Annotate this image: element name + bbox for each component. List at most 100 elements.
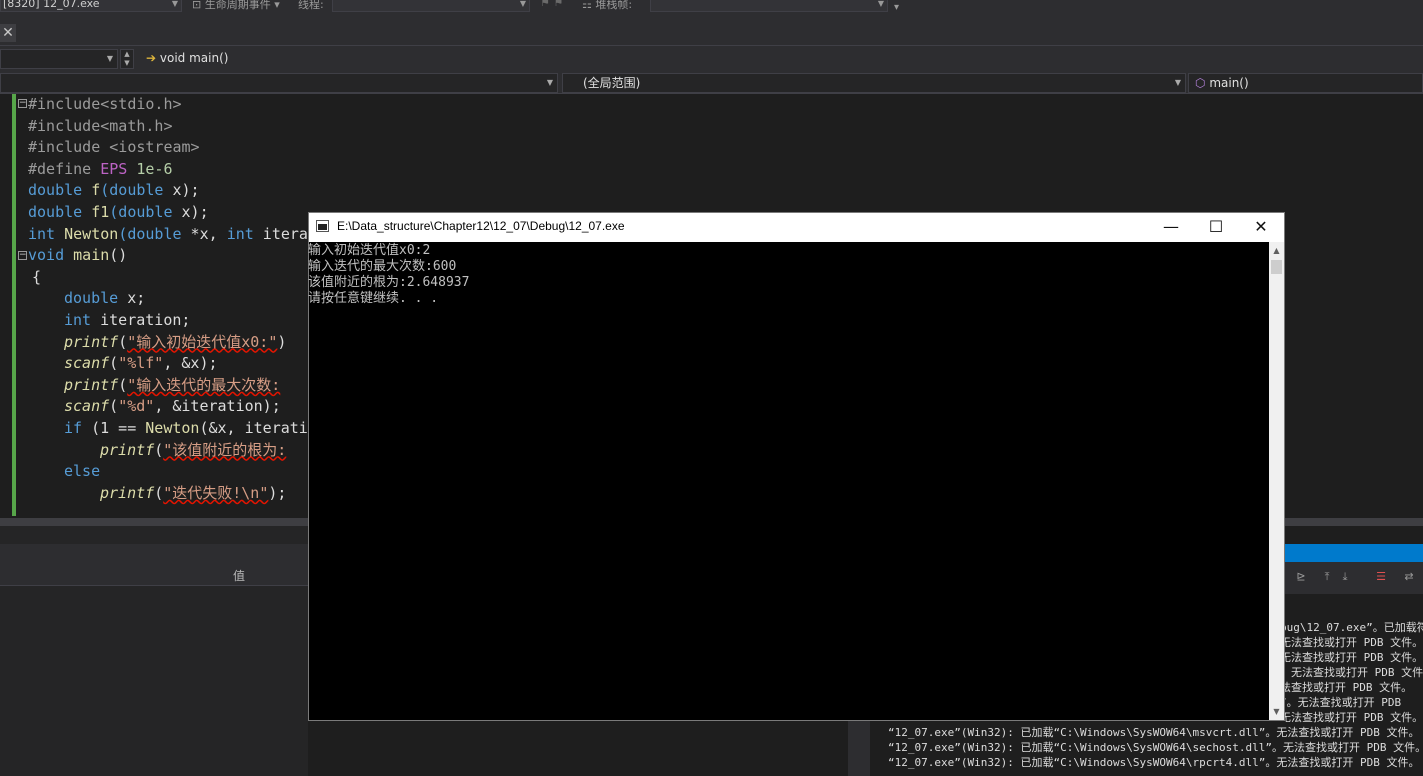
close-icon[interactable]: ✕ — [0, 24, 16, 42]
code-text: ( — [154, 483, 164, 502]
keyword: double — [28, 181, 83, 200]
file-scope-dropdown[interactable]: ▼ — [0, 73, 558, 93]
navigation-bar: ▼ ▲ ▼ ➔ void main() — [0, 46, 1423, 72]
output-line: “12_07.exe”(Win32): 已加载“C:\Windows\SysWO… — [888, 726, 1420, 739]
function-name: void main() — [159, 51, 229, 65]
code-text: ( — [109, 397, 119, 416]
scrollbar-thumb[interactable] — [1271, 260, 1282, 274]
console-line: 输入迭代的最大次数:600 — [308, 259, 457, 274]
process-dropdown[interactable]: [8320] 12_07.exe ▼ — [0, 0, 182, 12]
member-dropdown[interactable]: ⬡ main() — [1188, 73, 1423, 93]
code-line-9: { — [32, 267, 41, 289]
console-title: E:\Data_structure\Chapter12\12_07\Debug\… — [337, 219, 625, 233]
global-scope-dropdown[interactable]: (全局范围) ▼ — [562, 73, 1186, 93]
toolbar-overflow-icon[interactable]: ▾ — [894, 2, 899, 13]
chevron-down-icon: ▼ — [1174, 78, 1181, 87]
scroll-up-icon[interactable]: ▲ — [1269, 244, 1284, 258]
stack-frame-dropdown[interactable]: ▼ — [650, 0, 888, 12]
chevron-down-icon: ▼ — [546, 78, 553, 87]
code-text: *x, — [181, 224, 227, 243]
function-name: scanf — [64, 397, 110, 416]
code-text: itera — [253, 224, 308, 243]
document-tab-strip — [0, 20, 1423, 46]
value-column-header[interactable]: 值 — [233, 567, 245, 584]
close-icon[interactable]: ✕ — [1238, 213, 1284, 242]
change-margin — [12, 94, 16, 516]
output-line: 无法查找或打开 PDB 文件。 — [1280, 711, 1423, 724]
global-scope-value: (全局范围) — [583, 76, 641, 90]
code-line-18: else — [64, 461, 100, 483]
prev-message-icon[interactable]: ⤒ — [1319, 570, 1335, 584]
thread-dropdown[interactable]: ▼ — [332, 0, 530, 12]
arrow-right-icon: ➔ — [146, 51, 157, 65]
code-line-13: scanf("%lf", &x); — [64, 353, 218, 375]
chevron-down-icon: ▼ — [106, 54, 113, 63]
toggle-word-wrap-icon[interactable]: ⇄ — [1401, 570, 1417, 584]
keyword: (double — [118, 224, 182, 243]
lifecycle-events-label[interactable]: ⊡ 生命周期事件 ▾ — [192, 0, 280, 12]
member-value: main() — [1209, 76, 1249, 90]
string-literal: "该值附近的根为: — [163, 440, 287, 459]
string-literal: "迭代失败!\n" — [163, 483, 269, 502]
debug-toolbar: [8320] 12_07.exe ▼ ⊡ 生命周期事件 ▾ 线程: ▼ ⚑ ⚑ … — [0, 0, 1423, 20]
code-text: (&x, iterati — [199, 419, 308, 437]
function-name: f — [82, 181, 101, 200]
function-name: printf — [100, 483, 155, 502]
code-line-19: printf("迭代失败!\n"); — [100, 483, 286, 505]
console-vertical-scrollbar[interactable] — [1269, 242, 1284, 720]
string-literal: "%d" — [118, 397, 155, 416]
output-line: 。无法查找或打开 PDB 文件 — [1280, 666, 1423, 679]
code-text: { — [32, 267, 42, 286]
code-line-17: printf("该值附近的根为: — [100, 440, 286, 462]
output-scrollbar[interactable] — [848, 720, 870, 776]
function-breadcrumb[interactable]: ➔ void main() — [140, 49, 1423, 69]
clear-all-icon[interactable]: ☰ — [1373, 570, 1389, 584]
function-name: printf — [64, 375, 119, 394]
collapse-icon[interactable]: − — [18, 99, 27, 108]
code-text: (1 == — [82, 419, 146, 437]
code-line-1: #include<stdio.h> — [28, 94, 182, 116]
scroll-down-icon[interactable]: ▼ — [1269, 705, 1284, 719]
function-name: printf — [100, 440, 155, 459]
code-text: , &iteration); — [154, 397, 281, 416]
string-literal: "%lf" — [118, 354, 164, 373]
code-text: x); — [172, 203, 209, 221]
code-line-6: double f1(double x); — [28, 202, 209, 224]
console-output-area[interactable] — [309, 242, 1269, 720]
string-literal: "输入迭代的最大次数: — [127, 375, 281, 394]
output-toolbar: ⊵ ⤒ ⤓ ☰ ⇄ — [1285, 562, 1423, 594]
output-line: ”。无法查找或打开 PDB — [1280, 696, 1402, 709]
code-text: ( — [118, 375, 128, 394]
keyword: if — [64, 419, 83, 437]
find-message-icon[interactable]: ⊵ — [1293, 570, 1309, 584]
keyword: else — [64, 462, 101, 481]
code-line-11: int iteration; — [64, 310, 190, 332]
code-line-8: void main() — [28, 245, 127, 267]
thread-filter-icon[interactable]: ⚑ ⚑ — [540, 0, 563, 9]
project-dropdown[interactable]: ▼ — [0, 49, 118, 69]
chevron-down-icon: ▼ — [877, 0, 884, 8]
collapse-icon[interactable]: − — [18, 251, 27, 260]
keyword: double — [28, 203, 83, 221]
spin-button[interactable]: ▲ ▼ — [120, 49, 134, 69]
output-line: 法查找或打开 PDB 文件。 — [1280, 681, 1413, 694]
output-pane-titlebar — [1285, 544, 1423, 562]
minimize-icon[interactable]: — — [1148, 213, 1194, 242]
string-literal: "输入初始迭代值x0:" — [127, 332, 278, 351]
code-line-4: #define EPS 1e-6 — [28, 159, 173, 181]
preprocessor: #include <iostream> — [28, 138, 200, 157]
preprocessor: #define — [28, 159, 101, 178]
output-line: 无法查找或打开 PDB 文件。 — [1280, 651, 1423, 664]
code-text: iteration; — [91, 311, 191, 329]
number-literal: 1e-6 — [127, 159, 173, 178]
output-line: “12_07.exe”(Win32): 已加载“C:\Windows\SysWO… — [888, 756, 1420, 769]
locals-column-header: 值 — [0, 562, 308, 586]
next-message-icon[interactable]: ⤓ — [1337, 570, 1353, 584]
output-line: “12_07.exe”(Win32): 已加载“C:\Windows\SysWO… — [888, 741, 1423, 754]
function-name: Newton — [55, 224, 119, 243]
console-line: 输入初始迭代值x0:2 — [308, 243, 431, 258]
code-line-12: printf("输入初始迭代值x0:") — [64, 332, 286, 354]
maximize-icon[interactable]: ☐ — [1193, 213, 1239, 242]
function-name: scanf — [64, 354, 110, 373]
code-line-7: int Newton(double *x, int itera — [28, 224, 308, 246]
